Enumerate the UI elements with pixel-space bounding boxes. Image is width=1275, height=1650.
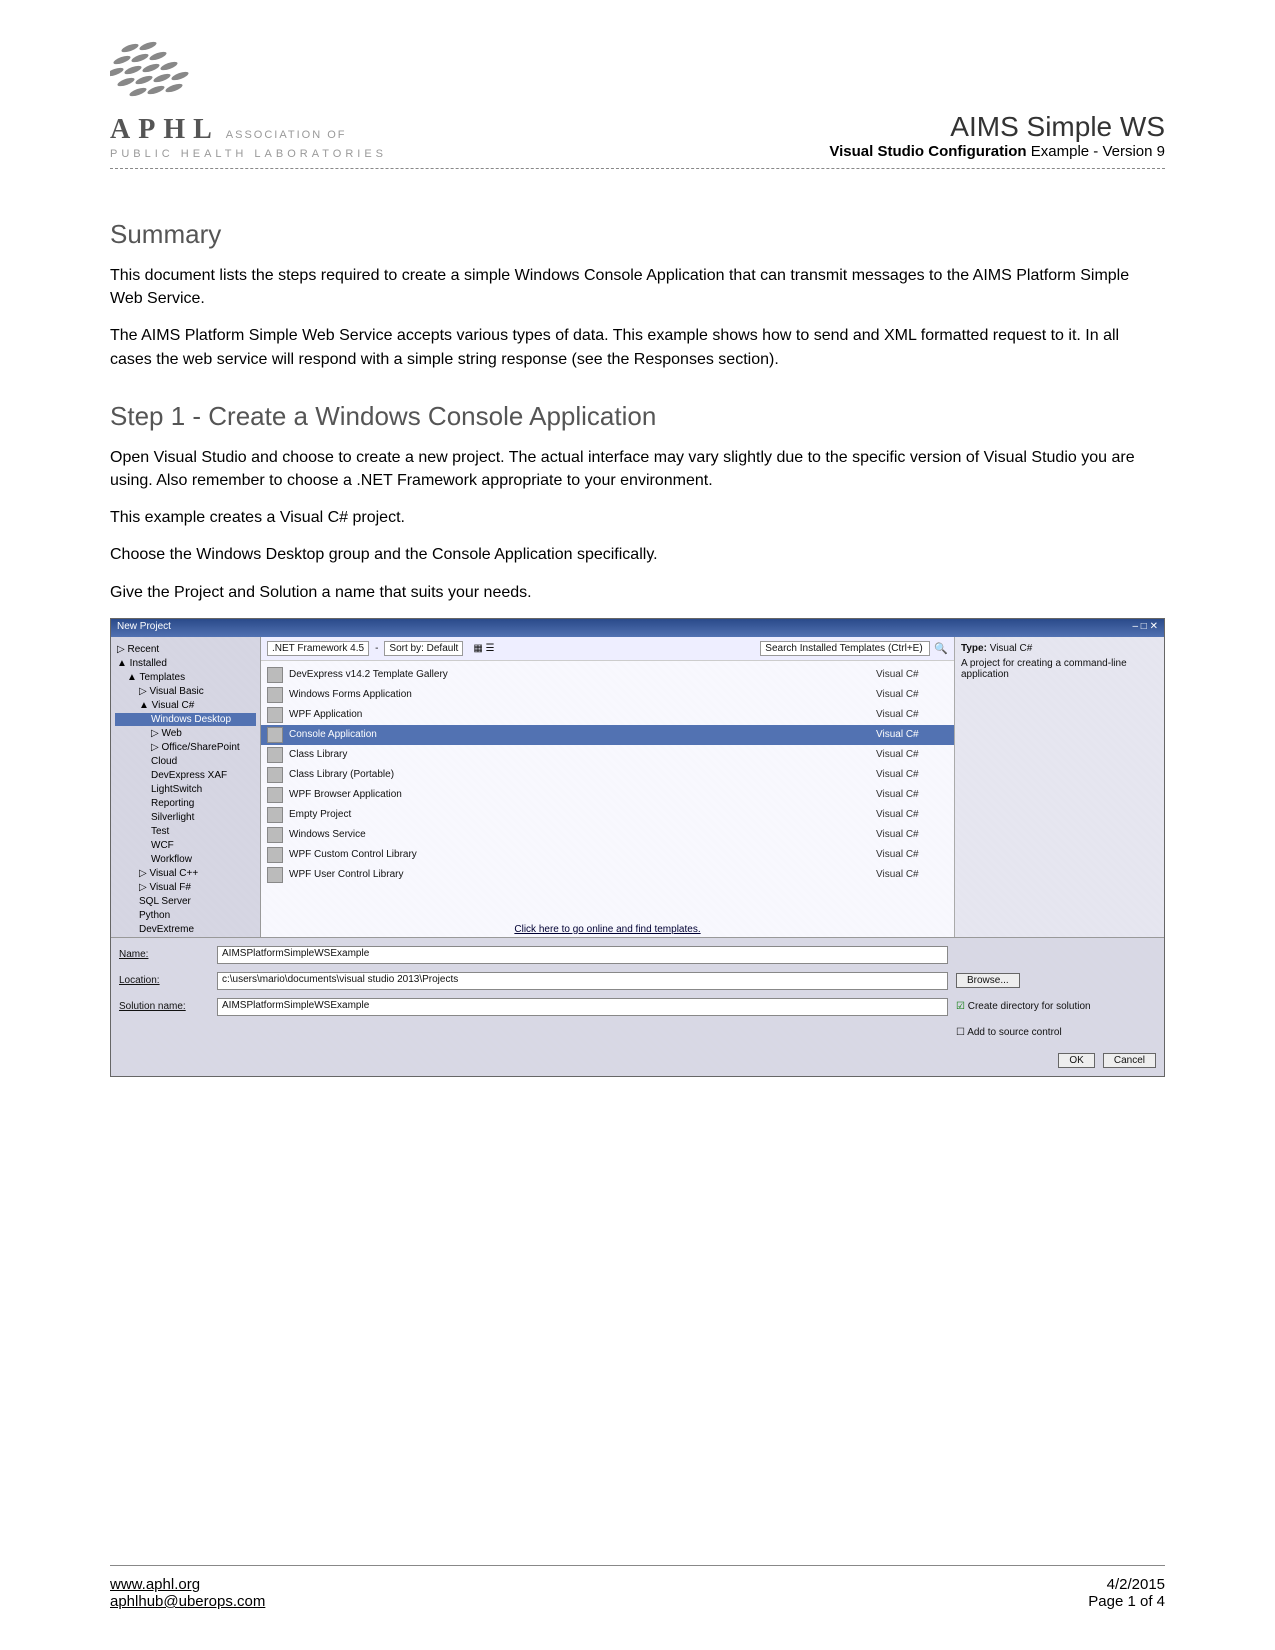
- template-row[interactable]: Class LibraryVisual C#: [261, 745, 954, 765]
- tree-devexpress-xaf[interactable]: DevExpress XAF: [115, 769, 256, 782]
- template-icon: [267, 847, 283, 863]
- step1-heading: Step 1 - Create a Windows Console Applic…: [110, 401, 1165, 432]
- template-row[interactable]: WPF User Control LibraryVisual C#: [261, 865, 954, 885]
- search-templates-input[interactable]: Search Installed Templates (Ctrl+E): [760, 641, 930, 656]
- search-icon: 🔍: [934, 642, 948, 655]
- template-row[interactable]: Empty ProjectVisual C#: [261, 805, 954, 825]
- template-row-selected[interactable]: Console ApplicationVisual C#: [261, 725, 954, 745]
- template-icon: [267, 827, 283, 843]
- summary-p2: The AIMS Platform Simple Web Service acc…: [110, 324, 1165, 370]
- template-detail-panel: Type: Visual C# A project for creating a…: [954, 637, 1164, 937]
- doc-subtitle: Visual Studio Configuration Example - Ve…: [829, 143, 1165, 160]
- tree-cloud[interactable]: Cloud: [115, 755, 256, 768]
- view-icons[interactable]: ▦ ☰: [473, 643, 494, 654]
- detail-type-label: Type:: [961, 643, 987, 654]
- template-icon: [267, 867, 283, 883]
- sort-label: -: [375, 643, 378, 654]
- tree-web[interactable]: ▷ Web: [115, 727, 256, 740]
- location-input[interactable]: c:\users\mario\documents\visual studio 2…: [217, 972, 948, 990]
- template-row[interactable]: WPF Custom Control LibraryVisual C#: [261, 845, 954, 865]
- detail-description: A project for creating a command-line ap…: [961, 658, 1158, 680]
- step1-p3: Choose the Windows Desktop group and the…: [110, 543, 1165, 566]
- tree-windows-desktop[interactable]: Windows Desktop: [115, 713, 256, 726]
- sort-selector[interactable]: Sort by: Default: [384, 641, 463, 656]
- cancel-button[interactable]: Cancel: [1103, 1053, 1156, 1068]
- template-row[interactable]: WPF Browser ApplicationVisual C#: [261, 785, 954, 805]
- new-project-dialog: New Project – □ ✕ ▷ Recent ▲ Installed ▲…: [110, 618, 1165, 1077]
- tree-silverlight[interactable]: Silverlight: [115, 811, 256, 824]
- dialog-titlebar: New Project – □ ✕: [111, 619, 1164, 637]
- name-label: Name:: [119, 949, 209, 960]
- step1-p1: Open Visual Studio and choose to create …: [110, 446, 1165, 492]
- org-line2: PUBLIC HEALTH LABORATORIES: [110, 148, 387, 160]
- template-row[interactable]: Class Library (Portable)Visual C#: [261, 765, 954, 785]
- tree-workflow[interactable]: Workflow: [115, 853, 256, 866]
- template-icon: [267, 787, 283, 803]
- aphl-logo-icon: [110, 40, 230, 110]
- detail-type-value: Visual C#: [990, 643, 1033, 654]
- tree-cs[interactable]: ▲ Visual C#: [115, 699, 256, 712]
- dialog-title: New Project: [117, 621, 171, 635]
- template-icon: [267, 707, 283, 723]
- tree-vb[interactable]: ▷ Visual Basic: [115, 685, 256, 698]
- framework-selector[interactable]: .NET Framework 4.5: [267, 641, 369, 656]
- summary-p1: This document lists the steps required t…: [110, 264, 1165, 310]
- footer-email[interactable]: aphlhub@uberops.com: [110, 1593, 265, 1610]
- template-icon: [267, 687, 283, 703]
- tree-python[interactable]: Python: [115, 909, 256, 922]
- template-icon: [267, 747, 283, 763]
- template-icon: [267, 727, 283, 743]
- tree-reporting[interactable]: Reporting: [115, 797, 256, 810]
- online-templates-link[interactable]: Click here to go online and find templat…: [261, 922, 954, 937]
- template-row[interactable]: Windows Forms ApplicationVisual C#: [261, 685, 954, 705]
- template-icon: [267, 767, 283, 783]
- footer-page: Page 1 of 4: [1088, 1593, 1165, 1610]
- template-row[interactable]: WPF ApplicationVisual C#: [261, 705, 954, 725]
- tree-vcpp[interactable]: ▷ Visual C++: [115, 867, 256, 880]
- template-row[interactable]: Windows ServiceVisual C#: [261, 825, 954, 845]
- create-dir-checkbox[interactable]: Create directory for solution: [956, 1001, 1091, 1012]
- summary-heading: Summary: [110, 219, 1165, 250]
- solution-name-input[interactable]: AIMSPlatformSimpleWSExample: [217, 998, 948, 1016]
- template-icon: [267, 807, 283, 823]
- step1-p4: Give the Project and Solution a name tha…: [110, 581, 1165, 604]
- ok-button[interactable]: OK: [1058, 1053, 1094, 1068]
- window-controls[interactable]: – □ ✕: [1132, 621, 1158, 635]
- footer-url[interactable]: www.aphl.org: [110, 1576, 200, 1593]
- tree-sql[interactable]: SQL Server: [115, 895, 256, 908]
- tree-test[interactable]: Test: [115, 825, 256, 838]
- org-logo-block: APHL ASSOCIATION OF PUBLIC HEALTH LABORA…: [110, 40, 387, 160]
- template-row[interactable]: DevExpress v14.2 Template GalleryVisual …: [261, 665, 954, 685]
- org-short: APHL: [110, 114, 220, 146]
- template-tree[interactable]: ▷ Recent ▲ Installed ▲ Templates ▷ Visua…: [111, 637, 261, 937]
- browse-button[interactable]: Browse...: [956, 973, 1020, 988]
- org-line1: ASSOCIATION OF: [226, 129, 347, 141]
- location-label: Location:: [119, 975, 209, 986]
- footer-date: 4/2/2015: [1107, 1576, 1165, 1593]
- doc-title: AIMS Simple WS: [829, 111, 1165, 143]
- template-list[interactable]: DevExpress v14.2 Template GalleryVisual …: [261, 661, 954, 922]
- tree-templates[interactable]: ▲ Templates: [115, 671, 256, 684]
- tree-devextreme[interactable]: DevExtreme: [115, 923, 256, 936]
- solution-name-label: Solution name:: [119, 1001, 209, 1012]
- tree-office[interactable]: ▷ Office/SharePoint: [115, 741, 256, 754]
- name-input[interactable]: AIMSPlatformSimpleWSExample: [217, 946, 948, 964]
- tree-lightswitch[interactable]: LightSwitch: [115, 783, 256, 796]
- step1-p2: This example creates a Visual C# project…: [110, 506, 1165, 529]
- tree-vfs[interactable]: ▷ Visual F#: [115, 881, 256, 894]
- source-control-checkbox[interactable]: Add to source control: [956, 1027, 1062, 1038]
- tree-installed[interactable]: ▲ Installed: [115, 657, 256, 670]
- tree-wcf[interactable]: WCF: [115, 839, 256, 852]
- template-icon: [267, 667, 283, 683]
- tree-recent[interactable]: ▷ Recent: [115, 643, 256, 656]
